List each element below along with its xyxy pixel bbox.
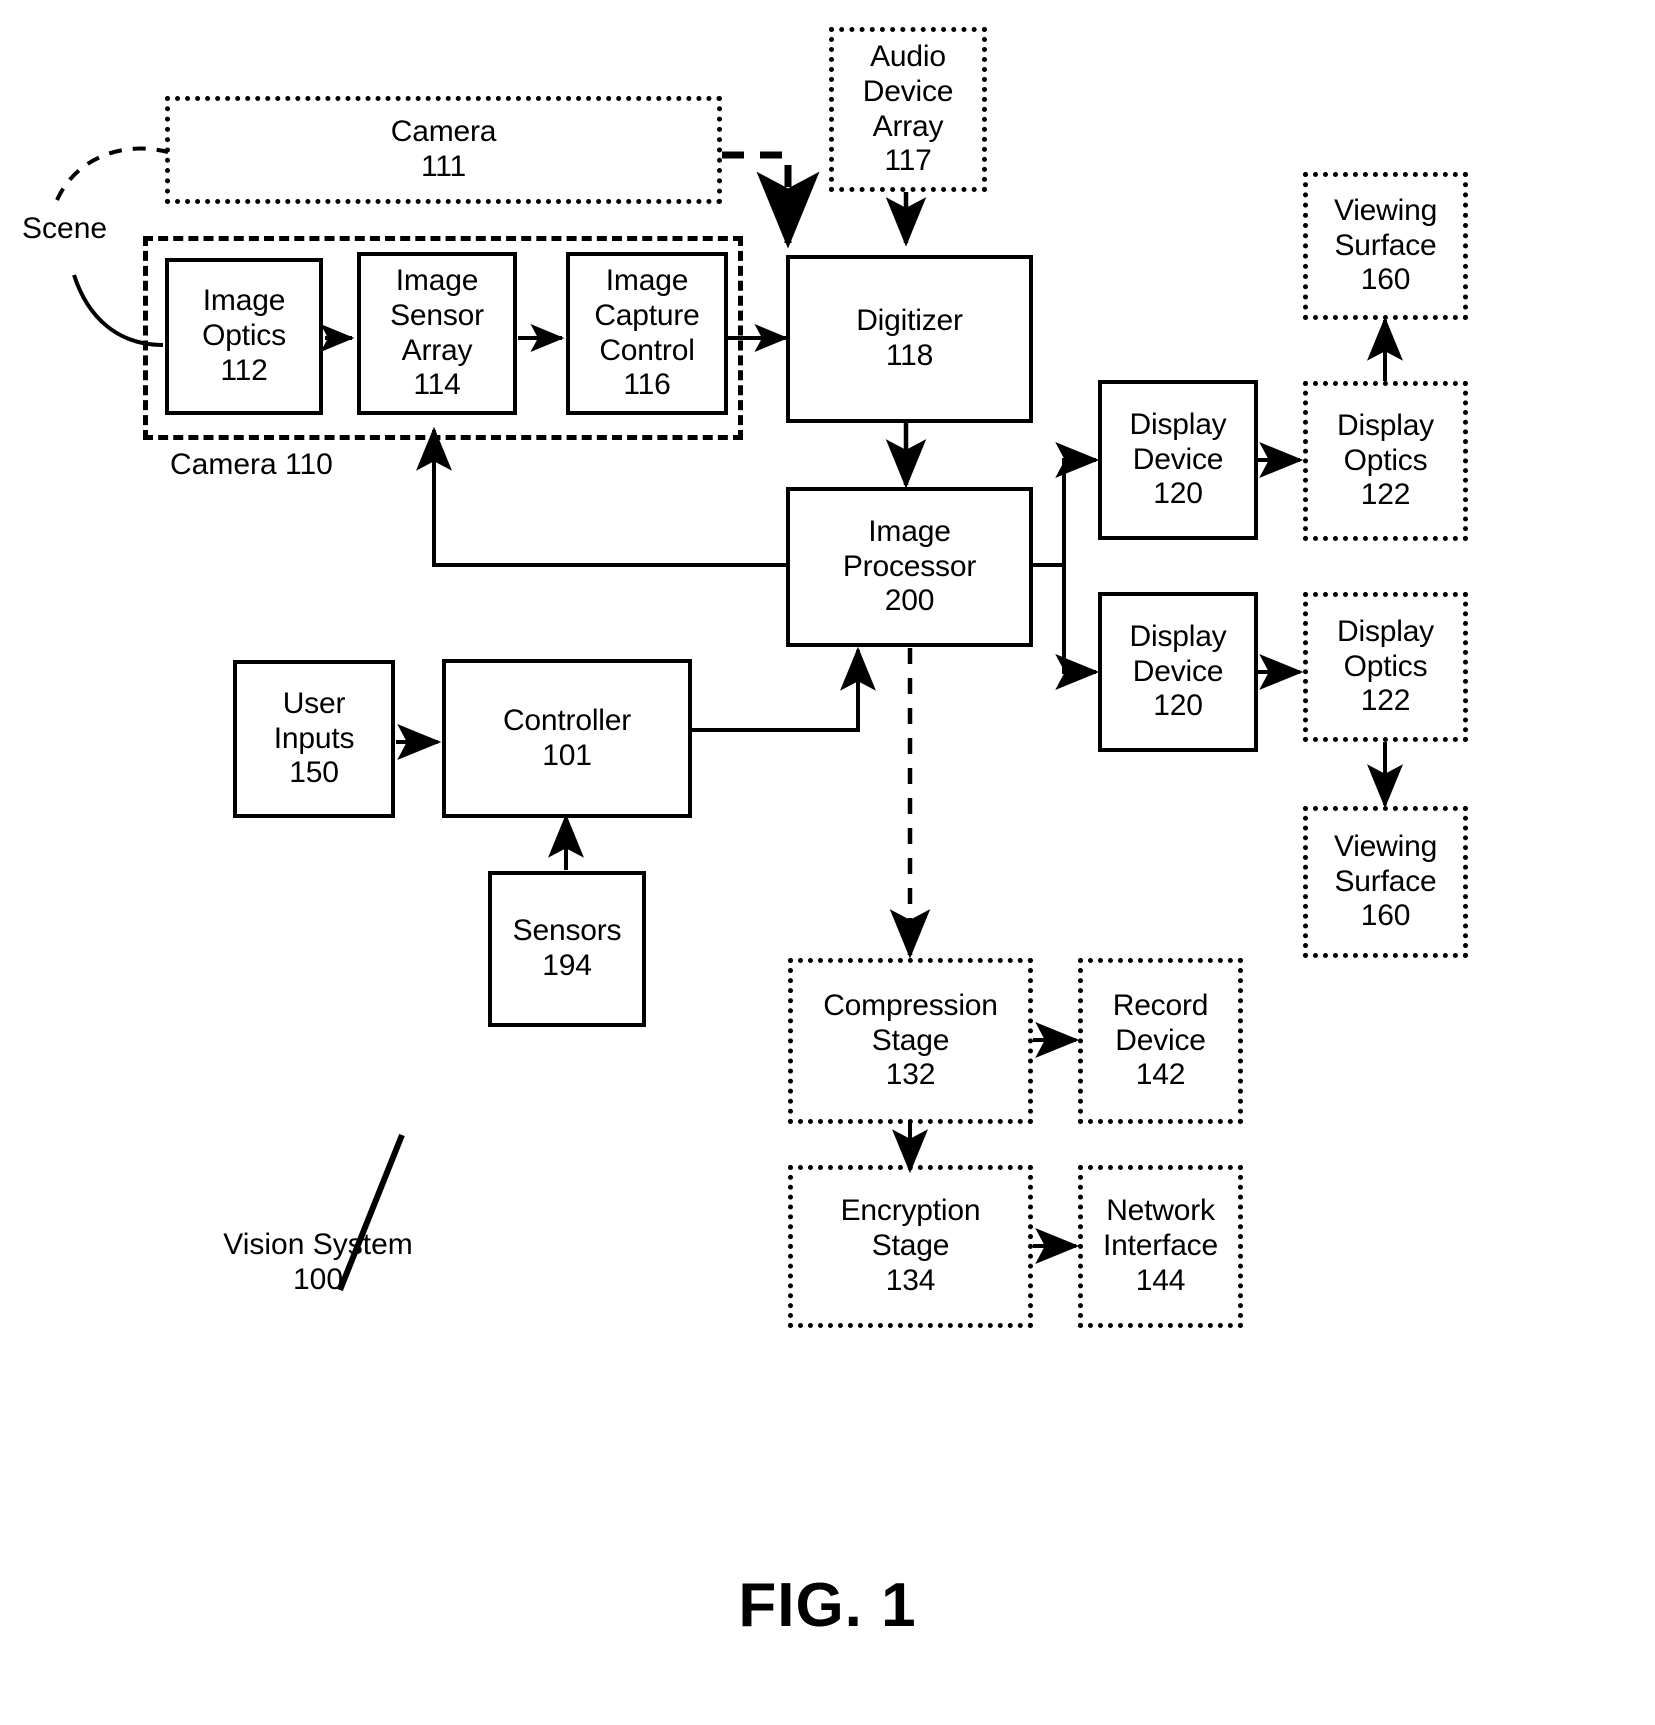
block-encryption-line-0: Encryption [840, 1194, 981, 1228]
block-controller-line-1: 101 [542, 738, 592, 772]
block-sensors-194[interactable]: Sensors 194 [488, 871, 646, 1027]
wire-processor-to-display1 [1033, 442, 1100, 567]
vision-system-name: Vision System [223, 1228, 413, 1261]
block-digitizer-line-1: 118 [885, 339, 934, 372]
block-image-capture-control-116[interactable]: Image Capture Control 116 [566, 252, 728, 415]
block-encryption-stage-134[interactable]: Encryption Stage 134 [788, 1165, 1033, 1328]
block-userinputs-line-0: User [282, 686, 346, 720]
block-camera-111-line-0: Camera [390, 115, 497, 149]
block-network-interface-144[interactable]: Network Interface 144 [1078, 1165, 1243, 1328]
camera-110-group-label: Camera 110 [170, 448, 333, 481]
block-record-line-1: Device [1115, 1023, 1206, 1057]
block-do2-line-2: 122 [1360, 684, 1411, 718]
block-display-optics-122-top[interactable]: Display Optics 122 [1303, 381, 1468, 541]
block-sensors-line-0: Sensors [512, 914, 622, 948]
block-dd1-line-2: 120 [1153, 477, 1203, 511]
block-sensor-line-3: 114 [413, 368, 461, 402]
block-camera-111-line-1: 111 [420, 150, 466, 183]
block-audio-device-array-117[interactable]: Audio Device Array 117 [829, 27, 987, 192]
block-controller-line-0: Controller [502, 703, 632, 737]
block-userinputs-line-1: Inputs [273, 721, 355, 755]
block-viewing-surface-160-bottom[interactable]: Viewing Surface 160 [1303, 806, 1468, 958]
block-network-line-0: Network [1106, 1194, 1215, 1228]
block-display-device-120-bottom[interactable]: Display Device 120 [1098, 592, 1258, 752]
block-digitizer-118[interactable]: Digitizer 118 [786, 255, 1033, 423]
block-do2-line-0: Display [1337, 614, 1434, 648]
block-network-line-1: Interface [1103, 1229, 1218, 1263]
block-do2-line-1: Optics [1343, 649, 1428, 683]
block-compression-stage-132[interactable]: Compression Stage 132 [788, 958, 1033, 1124]
block-camera-111[interactable]: Camera 111 [165, 96, 722, 204]
block-dd1-line-0: Display [1129, 407, 1227, 441]
block-dd2-line-2: 120 [1153, 689, 1203, 723]
block-vs1-line-0: Viewing [1333, 193, 1438, 227]
block-capture-line-1: Capture [594, 298, 700, 332]
block-capture-line-2: Control [599, 333, 695, 367]
block-record-line-2: 142 [1135, 1058, 1186, 1092]
block-processor-line-0: Image [868, 514, 951, 548]
block-optics-line-2: 112 [220, 353, 268, 387]
vision-system-number: 100 [292, 1262, 344, 1296]
block-optics-line-1: Optics [202, 319, 286, 353]
vision-system-label: Vision System 100 [188, 1228, 448, 1298]
patent-figure-1: Camera 110 Scene Vision System 100 Camer… [0, 0, 1655, 1725]
block-display-device-120-top[interactable]: Display Device 120 [1098, 380, 1258, 540]
block-compression-line-0: Compression [823, 988, 998, 1022]
wire-controller-to-processor [692, 646, 876, 732]
block-record-line-0: Record [1112, 988, 1209, 1022]
block-vs2-line-1: Surface [1334, 864, 1437, 898]
block-dd1-line-1: Device [1132, 442, 1224, 476]
figure-caption: FIG. 1 [738, 1571, 917, 1640]
wire-processor-to-display2 [1033, 563, 1100, 690]
block-audio-line-1: Device [862, 74, 954, 108]
block-sensor-line-2: Array [401, 333, 473, 367]
block-encryption-line-1: Stage [871, 1229, 950, 1263]
block-sensor-line-0: Image [395, 263, 479, 297]
block-userinputs-line-2: 150 [289, 756, 339, 790]
wire-camera111-to-digitizer [722, 151, 820, 249]
block-controller-101[interactable]: Controller 101 [442, 659, 692, 818]
block-do1-line-0: Display [1337, 408, 1434, 442]
block-do1-line-1: Optics [1343, 443, 1428, 477]
block-image-processor-200[interactable]: Image Processor 200 [786, 487, 1033, 647]
block-vs1-line-1: Surface [1334, 228, 1437, 262]
block-compression-line-2: 132 [885, 1058, 936, 1092]
block-audio-line-2: Array [872, 109, 944, 143]
block-image-sensor-array-114[interactable]: Image Sensor Array 114 [357, 252, 517, 415]
block-processor-line-1: Processor [842, 549, 977, 583]
block-vs2-line-0: Viewing [1333, 829, 1438, 863]
block-digitizer-line-0: Digitizer [856, 304, 963, 338]
block-user-inputs-150[interactable]: User Inputs 150 [233, 660, 395, 818]
block-encryption-line-2: 134 [885, 1263, 936, 1297]
block-vs2-line-2: 160 [1360, 899, 1411, 933]
scene-label: Scene [22, 212, 108, 245]
block-sensor-line-1: Sensor [390, 298, 484, 332]
block-image-optics-112[interactable]: Image Optics 112 [165, 258, 323, 415]
wire-processor-to-sensor [416, 426, 786, 567]
block-vs1-line-2: 160 [1360, 263, 1411, 297]
block-viewing-surface-160-top[interactable]: Viewing Surface 160 [1303, 172, 1468, 320]
block-dd2-line-1: Device [1132, 654, 1224, 688]
block-audio-line-3: 117 [884, 144, 932, 178]
block-optics-line-0: Image [202, 284, 286, 318]
block-display-optics-122-bottom[interactable]: Display Optics 122 [1303, 592, 1468, 742]
block-compression-line-1: Stage [871, 1023, 950, 1057]
block-record-device-142[interactable]: Record Device 142 [1078, 958, 1243, 1124]
block-do1-line-2: 122 [1360, 478, 1411, 512]
block-dd2-line-0: Display [1129, 619, 1227, 653]
block-processor-line-2: 200 [884, 584, 935, 618]
block-sensors-line-1: 194 [542, 949, 592, 982]
block-capture-line-0: Image [605, 263, 689, 297]
block-audio-line-0: Audio [870, 39, 946, 73]
block-capture-line-3: 116 [623, 368, 671, 402]
wire-scene-to-camera111 [55, 146, 169, 201]
block-network-line-2: 144 [1135, 1263, 1186, 1297]
